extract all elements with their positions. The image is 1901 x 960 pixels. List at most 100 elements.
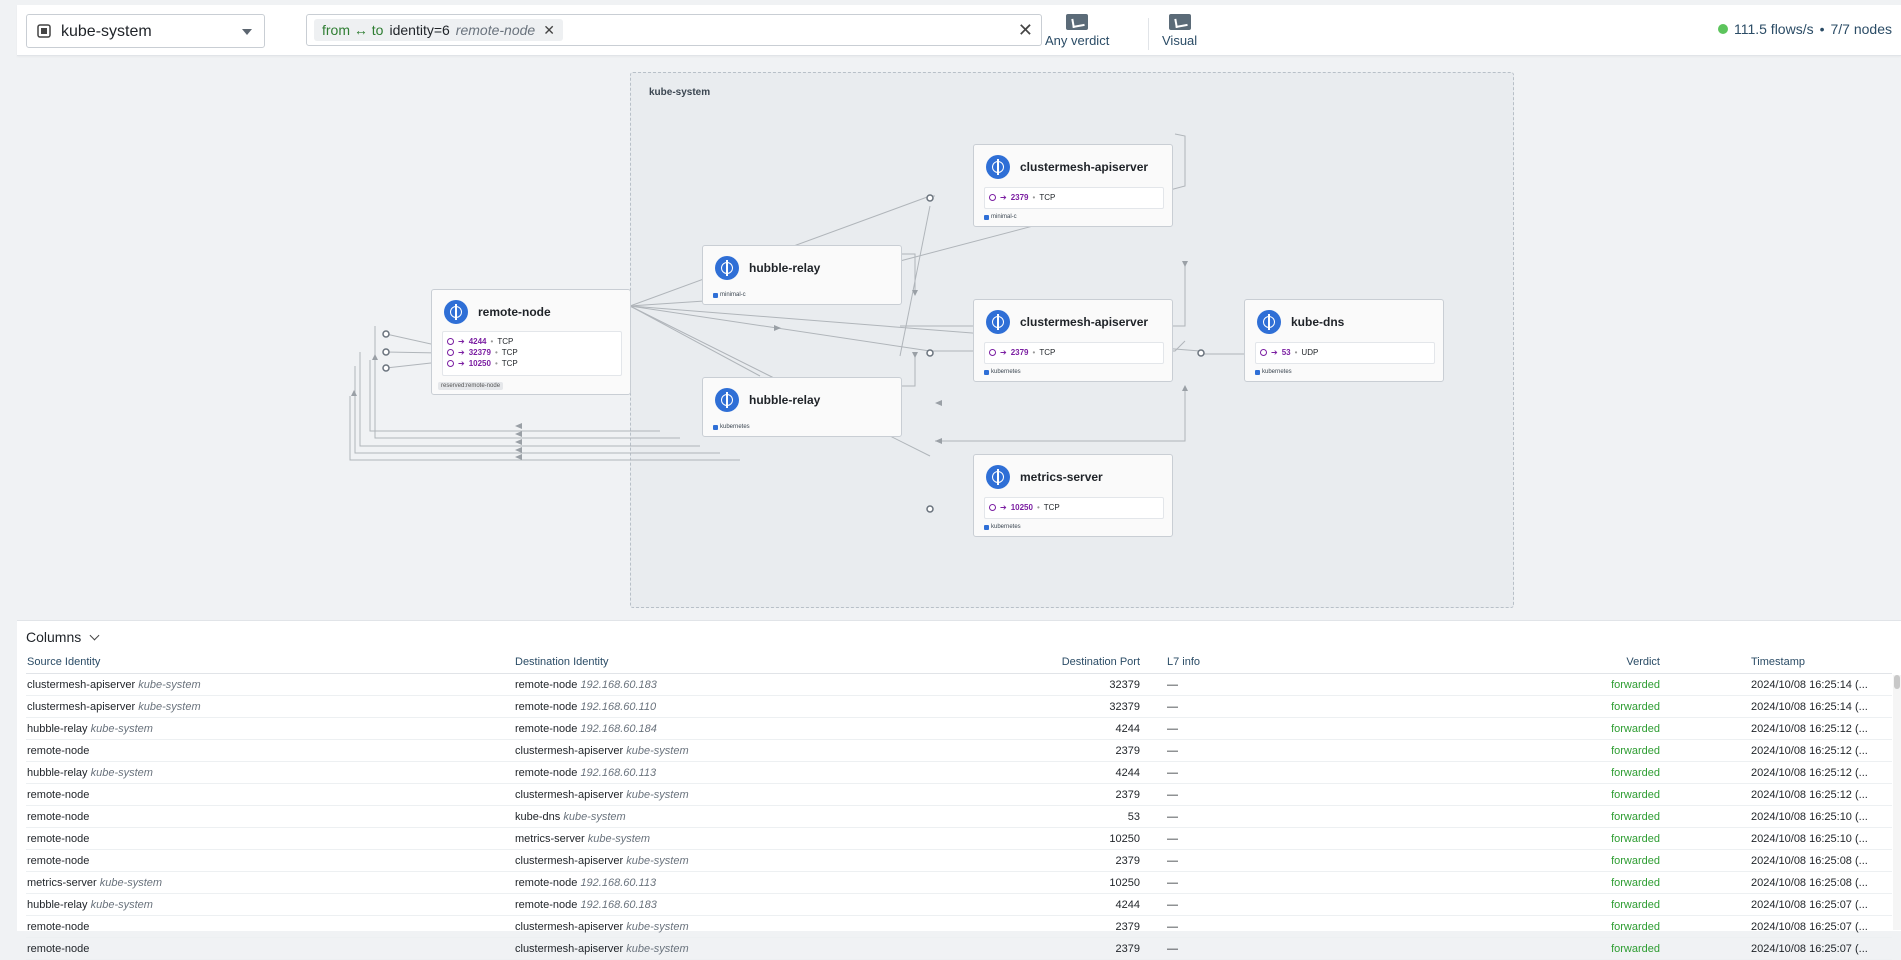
column-header[interactable]: Verdict	[1511, 651, 1661, 674]
kubernetes-icon	[1257, 310, 1281, 334]
port-number: 10250	[1010, 503, 1033, 512]
namespace-selector[interactable]: kube-system	[26, 14, 265, 48]
label-icon	[984, 524, 989, 530]
destination-identity-cell: clustermesh-apiserver kube-system	[514, 915, 954, 938]
destination-identity-cell: clustermesh-apiserver kube-system	[514, 937, 954, 960]
destination-name: clustermesh-apiserver	[515, 744, 624, 757]
source-name: remote-node	[27, 854, 90, 867]
l7-info-cell: —	[1141, 915, 1511, 938]
destination-identity-cell: clustermesh-apiserver kube-system	[514, 849, 954, 872]
clear-filter-icon[interactable]: ✕	[1018, 20, 1033, 41]
filter-direction[interactable]: from ↔ to	[322, 22, 383, 38]
destination-port-cell: 4244	[954, 893, 1141, 916]
table-row[interactable]: remote-node clustermesh-apiserver kube-s…	[26, 739, 1892, 762]
port-dot: •	[494, 348, 498, 357]
source-namespace: kube-system	[138, 700, 201, 713]
card-label-text: minimal-c	[720, 292, 746, 298]
kube-dns-card[interactable]: kube-dns ➔ 53 • UDP kubernetes	[1244, 299, 1444, 382]
port-dot: •	[490, 337, 494, 346]
table-row[interactable]: remote-node clustermesh-apiserver kube-s…	[26, 849, 1892, 872]
timestamp-cell: 2024/10/08 16:25:14 (...	[1661, 695, 1892, 718]
port-row: ➔ 53 • UDP	[1256, 347, 1434, 358]
source-namespace: kube-system	[90, 898, 153, 911]
columns-button[interactable]: Columns	[26, 629, 100, 645]
source-identity-cell: remote-node	[26, 937, 514, 960]
arrow-right-icon: ➔	[1000, 348, 1007, 357]
destination-port-cell: 32379	[954, 695, 1141, 718]
destination-namespace: 192.168.60.183	[580, 678, 657, 691]
filter-chip[interactable]: from ↔ to identity=6 remote-node ✕	[314, 19, 563, 41]
table-row[interactable]: remote-node metrics-server kube-system 10…	[26, 827, 1892, 850]
destination-port-cell: 4244	[954, 717, 1141, 740]
table-row[interactable]: clustermesh-apiserver kube-system remote-…	[26, 673, 1892, 696]
arrow-right-icon: ➔	[1271, 348, 1278, 357]
label-icon	[984, 214, 989, 220]
port-protocol: TCP	[1043, 503, 1060, 512]
card-label-text: minimal-c	[991, 214, 1017, 220]
port-number: 32379	[468, 348, 491, 357]
table-row[interactable]: clustermesh-apiserver kube-system remote-…	[26, 695, 1892, 718]
destination-name: remote-node	[515, 876, 578, 889]
service-map[interactable]: kube-system remote-node ➔ 4244 • TCP ➔ 3…	[0, 56, 1901, 618]
port-list: ➔ 2379 • TCP	[984, 342, 1164, 364]
column-header[interactable]: Destination Identity	[514, 651, 954, 674]
hubble-relay-card[interactable]: hubble-relay kubernetes	[702, 377, 902, 437]
kubernetes-icon	[715, 388, 739, 412]
filter-value: remote-node	[455, 22, 536, 38]
port-number: 2379	[1010, 193, 1029, 202]
table-row[interactable]: hubble-relay kube-system remote-node 192.…	[26, 893, 1892, 916]
card-title: metrics-server	[1020, 470, 1103, 484]
table-row[interactable]: remote-node clustermesh-apiserver kube-s…	[26, 783, 1892, 806]
table-row[interactable]: hubble-relay kube-system remote-node 192.…	[26, 717, 1892, 740]
table-row[interactable]: metrics-server kube-system remote-node 19…	[26, 871, 1892, 894]
timestamp-cell: 2024/10/08 16:25:10 (...	[1661, 827, 1892, 850]
clustermesh-apiserver-card[interactable]: clustermesh-apiserver ➔ 2379 • TCP minimal-…	[973, 144, 1173, 227]
column-header[interactable]: L7 info	[1141, 651, 1511, 674]
flows-table: Source Identity Destination Identity Des…	[26, 651, 1892, 960]
port-row: ➔ 32379 • TCP	[443, 347, 621, 358]
remove-filter-icon[interactable]: ✕	[543, 22, 555, 39]
timestamp-cell: 2024/10/08 16:25:08 (...	[1661, 871, 1892, 894]
verdict-filter-button[interactable]: Any verdict	[1045, 14, 1109, 48]
port-icon	[447, 360, 454, 367]
visual-toggle-button[interactable]: Visual	[1162, 14, 1197, 48]
chevron-down-icon[interactable]	[242, 29, 252, 35]
service-map-edges	[349, 133, 1250, 513]
table-row[interactable]: remote-node clustermesh-apiserver kube-s…	[26, 937, 1892, 960]
columns-label: Columns	[26, 629, 82, 645]
verdict-cell: forwarded	[1511, 673, 1661, 696]
column-header[interactable]: Source Identity	[26, 651, 514, 674]
destination-port-cell: 2379	[954, 783, 1141, 806]
table-row[interactable]: remote-node clustermesh-apiserver kube-s…	[26, 915, 1892, 938]
destination-identity-cell: clustermesh-apiserver kube-system	[514, 783, 954, 806]
column-header[interactable]: Destination Port	[954, 651, 1141, 674]
l7-info-cell: —	[1141, 761, 1511, 784]
destination-namespace: 192.168.60.113	[580, 876, 657, 889]
remote-node-card[interactable]: remote-node ➔ 4244 • TCP ➔ 32379 • TCP ➔ 10250 •…	[431, 289, 631, 395]
table-row[interactable]: remote-node kube-dns kube-system 53— forwa…	[26, 805, 1892, 828]
column-header[interactable]: Timestamp	[1661, 651, 1892, 674]
source-name: remote-node	[27, 810, 90, 823]
port-dot: •	[1032, 348, 1036, 357]
l7-info-cell: —	[1141, 695, 1511, 718]
clustermesh-apiserver-card[interactable]: clustermesh-apiserver ➔ 2379 • TCP kubernet…	[973, 299, 1173, 382]
scrollbar[interactable]	[1893, 675, 1901, 930]
scrollbar-thumb[interactable]	[1894, 675, 1900, 689]
source-name: remote-node	[27, 920, 90, 933]
label-icon	[984, 369, 989, 375]
metrics-server-card[interactable]: metrics-server ➔ 10250 • TCP kubernetes	[973, 454, 1173, 537]
verdict-cell: forwarded	[1511, 783, 1661, 806]
filter-input[interactable]: from ↔ to identity=6 remote-node ✕ ✕	[306, 14, 1042, 46]
source-name: remote-node	[27, 788, 90, 801]
verdict-cell: forwarded	[1511, 805, 1661, 828]
port-icon	[1260, 349, 1267, 356]
arrow-right-icon: ➔	[458, 337, 465, 346]
flows-panel: Columns Source Identity Destination Iden…	[17, 620, 1901, 960]
table-row[interactable]: hubble-relay kube-system remote-node 192.…	[26, 761, 1892, 784]
l7-info-cell: —	[1141, 849, 1511, 872]
source-name: remote-node	[27, 832, 90, 845]
destination-name: kube-dns	[515, 810, 561, 823]
l7-info-cell: —	[1141, 827, 1511, 850]
hubble-relay-card[interactable]: hubble-relay minimal-c	[702, 245, 902, 305]
flow-stats: 111.5 flows/s • 7/7 nodes	[1717, 21, 1892, 37]
